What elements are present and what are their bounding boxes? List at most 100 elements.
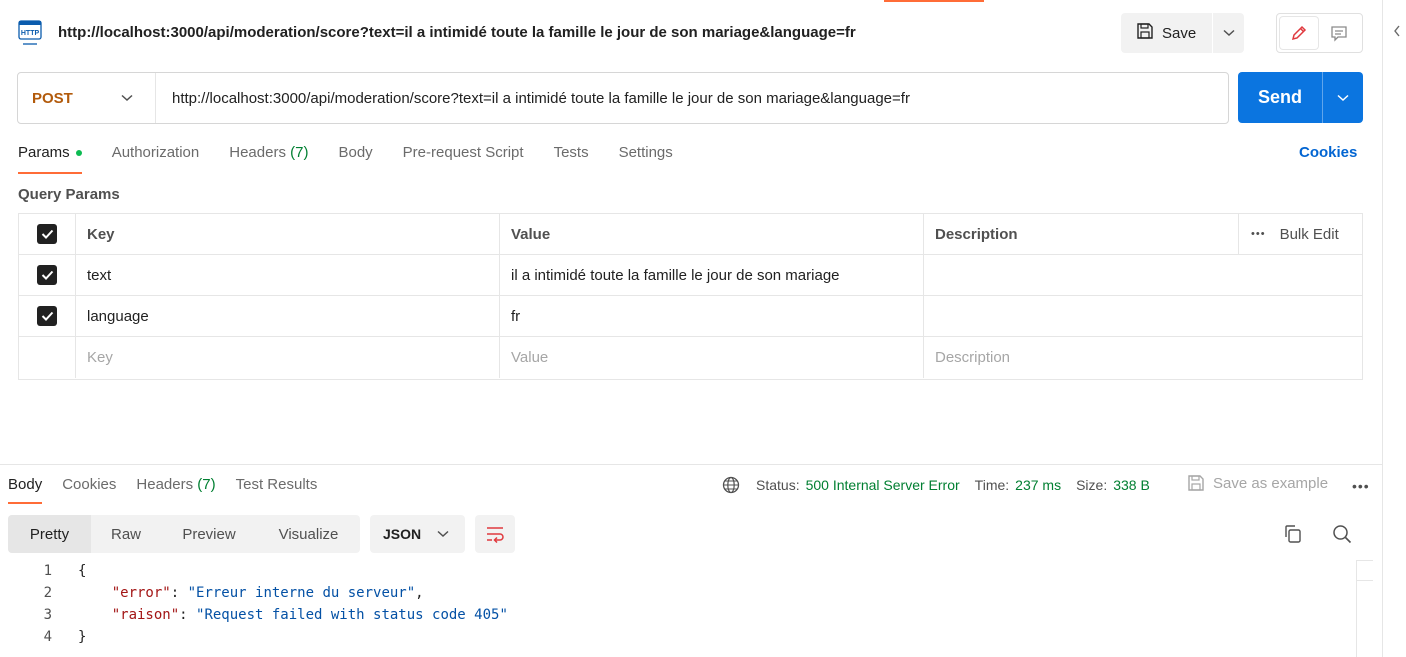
response-tab-headers[interactable]: Headers (7) [136,476,215,504]
save-as-example-button[interactable]: Save as example [1187,474,1328,492]
table-row-new: Key Value Description [19,337,1362,378]
new-description-input[interactable]: Description [924,337,1362,378]
table-header-row: Key Value Description ••• Bulk Edit [19,214,1362,255]
view-preview[interactable]: Preview [161,515,257,553]
param-key-cell[interactable]: language [76,296,500,336]
send-options-button[interactable] [1323,72,1363,123]
http-request-icon: HTTP [18,20,46,46]
comment-mode-button[interactable] [1320,17,1358,49]
param-value-cell[interactable]: fr [500,296,924,336]
chevron-down-icon [1222,29,1235,37]
check-icon [41,311,53,321]
headers-count: (7) [290,144,309,161]
row-checkbox[interactable] [37,306,57,326]
tab-authorization[interactable]: Authorization [112,144,200,174]
select-all-checkbox-cell [19,214,76,254]
size-value[interactable]: 338 B [1113,477,1150,493]
save-button[interactable]: Save [1121,13,1212,53]
new-key-input[interactable]: Key [76,337,500,378]
mode-toggle [1276,13,1363,53]
chevron-down-icon [121,94,133,102]
url-input[interactable]: http://localhost:3000/api/moderation/sco… [156,90,910,107]
param-description-cell[interactable] [924,296,1362,336]
edit-mode-button[interactable] [1280,17,1318,49]
code-scrollbar-track[interactable] [1356,560,1357,657]
query-params-table: Key Value Description ••• Bulk Edit text… [18,213,1363,380]
tab-pre-request-script[interactable]: Pre-request Script [403,144,524,174]
select-all-checkbox[interactable] [37,224,57,244]
method-label: POST [32,89,73,107]
response-tab-cookies[interactable]: Cookies [62,476,116,504]
wrap-lines-button[interactable] [475,515,515,553]
new-value-input[interactable]: Value [500,337,924,378]
response-divider[interactable] [0,464,1382,465]
code-line: 1 { [0,560,87,582]
check-icon [41,229,53,239]
more-options-icon[interactable]: ••• [1251,228,1266,240]
table-row: language fr [19,296,1362,337]
line-number: 1 [43,563,52,579]
tab-headers[interactable]: Headers (7) [229,144,308,174]
code-scrollbar-thumb[interactable] [1356,580,1373,581]
line-number: 4 [43,629,52,645]
send-button[interactable]: Send [1238,72,1322,123]
json-value: "Erreur interne du serveur" [187,585,416,601]
response-meta: Status: 500 Internal Server Error Time: … [722,476,1165,494]
search-icon[interactable] [1332,524,1352,544]
table-row: text il a intimidé toute la famille le j… [19,255,1362,296]
params-active-dot [75,150,82,157]
status-value[interactable]: 500 Internal Server Error [806,477,960,493]
code-text: "error": "Erreur interne du serveur", [111,585,424,601]
response-body-code[interactable]: 1 { 2 "error": "Erreur interne du serveu… [0,560,1373,657]
format-select[interactable]: JSON [370,515,465,553]
request-title[interactable]: http://localhost:3000/api/moderation/sco… [58,24,856,41]
code-line: 3 "raison": "Request failed with status … [0,604,508,626]
param-key-cell[interactable]: text [76,255,500,295]
globe-icon[interactable] [722,476,740,494]
request-tabs: Params Authorization Headers (7) Body Pr… [18,144,703,174]
save-options-button[interactable] [1213,13,1244,53]
response-tab-test-results[interactable]: Test Results [236,476,318,504]
row-checkbox[interactable] [37,265,57,285]
pencil-icon [1291,25,1307,41]
time-label: Time: [974,477,1010,493]
bulk-edit-area: ••• Bulk Edit [1238,214,1362,254]
view-raw[interactable]: Raw [91,515,161,553]
status-label: Status: [756,477,800,493]
code-text: "raison": "Request failed with status co… [111,607,508,623]
value-column-header: Value [500,214,924,254]
response-headers-count: (7) [197,476,216,493]
chevron-left-icon[interactable] [1392,24,1406,44]
param-description-cell[interactable] [924,255,1362,295]
comment-icon [1331,26,1347,42]
tab-params-label: Params [18,144,70,161]
row-checkbox-cell [19,296,76,336]
line-number: 2 [43,585,52,601]
send-button-group: Send [1238,72,1363,123]
response-more-icon[interactable]: ••• [1352,478,1370,494]
time-value[interactable]: 237 ms [1015,477,1061,493]
json-comma: , [415,585,424,601]
copy-icon[interactable] [1283,524,1303,544]
save-icon [1136,22,1154,44]
response-tab-headers-label: Headers [136,476,194,493]
save-as-example-label: Save as example [1213,474,1329,492]
new-row-checkbox-cell [19,337,76,378]
cookies-link[interactable]: Cookies [1299,144,1357,161]
view-pretty[interactable]: Pretty [8,515,91,553]
view-visualize[interactable]: Visualize [257,515,360,553]
json-key: "error" [111,585,171,601]
bulk-edit-button[interactable]: Bulk Edit [1280,226,1339,243]
code-scrollbar-top [1356,560,1373,561]
response-tab-body[interactable]: Body [8,476,43,504]
url-bar: POST http://localhost:3000/api/moderatio… [17,72,1229,124]
param-value-cell[interactable]: il a intimidé toute la famille le jour d… [500,255,924,295]
tab-tests[interactable]: Tests [554,144,589,174]
tab-body[interactable]: Body [338,144,372,174]
method-select[interactable]: POST [18,73,156,123]
query-params-label: Query Params [18,186,120,203]
tab-settings[interactable]: Settings [619,144,673,174]
format-label: JSON [383,526,422,542]
response-tabs: Body Cookies Headers (7) Test Results [8,476,337,504]
tab-params[interactable]: Params [18,144,82,174]
